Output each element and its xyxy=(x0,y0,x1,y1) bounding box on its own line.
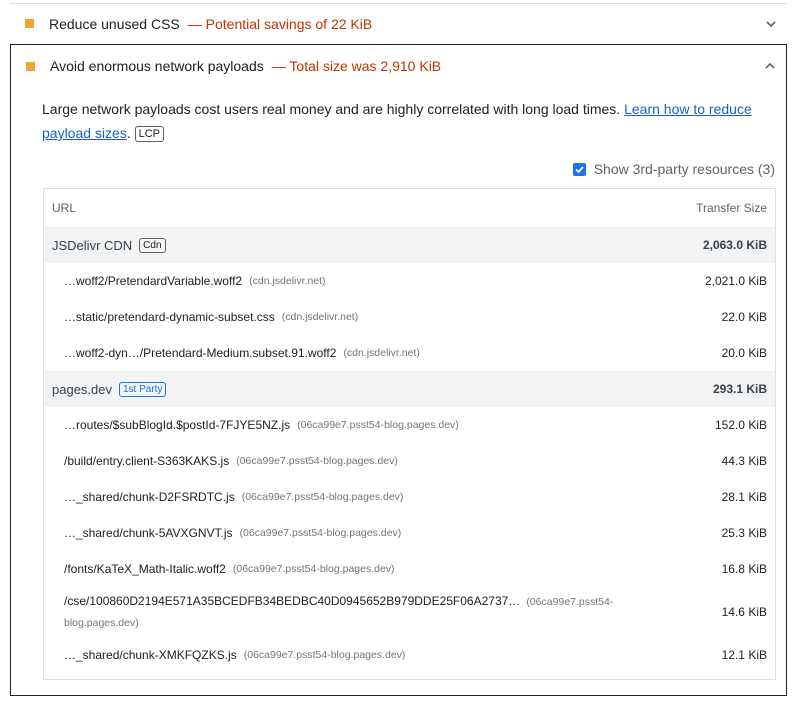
metric-tag: LCP xyxy=(134,126,165,142)
resource-url[interactable]: /cse/100860D2194E571A35BCEDFB34BEDBC40D0… xyxy=(64,594,520,608)
checkbox-checked-icon[interactable] xyxy=(572,162,586,176)
resource-url[interactable]: …routes/$subBlogId.$postId-7FJYE5NZ.js xyxy=(64,418,290,432)
resource-size: 28.1 KiB xyxy=(721,490,767,504)
resource-host: (06ca99e7.psst54-blog.pages.dev) xyxy=(232,563,395,575)
warning-square-icon xyxy=(26,61,35,71)
resource-url[interactable]: /fonts/KaTeX_Math-Italic.woff2 xyxy=(64,562,226,576)
group-row: JSDelivr CDN Cdn 2,063.0 KiB xyxy=(44,227,775,263)
table-row: /cse/100860D2194E571A35BCEDFB34BEDBC40D0… xyxy=(44,587,775,637)
column-url: URL xyxy=(52,201,77,215)
table-row: …woff2/PretendardVariable.woff2 (cdn.jsde… xyxy=(44,263,775,299)
resource-host: (cdn.jsdelivr.net) xyxy=(281,311,359,323)
resource-size: 44.3 KiB xyxy=(721,454,767,468)
table-header: URL Transfer Size xyxy=(44,189,775,227)
resource-url[interactable]: …woff2/PretendardVariable.woff2 xyxy=(64,274,242,288)
audit-network-payloads: Avoid enormous network payloads — Total … xyxy=(10,44,787,696)
table-row: …woff2-dyn…/Pretendard-Medium.subset.91.… xyxy=(44,335,775,371)
audit-title: Avoid enormous network payloads xyxy=(50,58,264,74)
resource-url[interactable]: /build/entry.client-S363KAKS.js xyxy=(64,454,229,468)
table-row: /fonts/KaTeX_Math-Italic.woff2 (06ca99e7.… xyxy=(44,551,775,587)
resource-size: 2,021.0 KiB xyxy=(704,274,767,288)
resource-url[interactable]: …_shared/chunk-5AVXGNVT.js xyxy=(64,526,233,540)
resource-host: (06ca99e7.psst54-blog.pages.dev) xyxy=(297,419,459,431)
table-row: /build/entry.client-S363KAKS.js (06ca99e7… xyxy=(44,443,775,479)
table-row: …routes/$subBlogId.$postId-7FJYE5NZ.js (0… xyxy=(44,407,775,443)
resource-url[interactable]: …static/pretendard-dynamic-subset.css xyxy=(64,310,275,324)
resource-host: (06ca99e7.psst54-blog.pages.dev) xyxy=(236,455,398,467)
audit-title: Reduce unused CSS xyxy=(49,15,180,32)
column-transfer-size: Transfer Size xyxy=(696,201,767,215)
table-row: …_shared/chunk-XMKFQZKS.js (06ca99e7.psst… xyxy=(44,637,775,673)
description-text: Large network payloads cost users real m… xyxy=(42,101,621,117)
resource-host: (cdn.jsdelivr.net) xyxy=(343,347,420,359)
resource-size: 22.0 KiB xyxy=(721,310,767,324)
group-name: pages.dev xyxy=(52,381,112,397)
resource-size: 20.0 KiB xyxy=(721,346,767,360)
entity-tag: 1st Party xyxy=(119,381,167,397)
audit-summary: — Total size was 2,910 KiB xyxy=(271,58,442,74)
resource-host: (06ca99e7.psst54-blog.pages.dev) xyxy=(239,527,402,539)
resource-size: 25.3 KiB xyxy=(721,526,767,540)
group-row: pages.dev 1st Party 293.1 KiB xyxy=(44,371,775,407)
resource-host: (06ca99e7.psst54-blog.pages.dev) xyxy=(243,649,406,661)
audit-unused-css[interactable]: Reduce unused CSS — Potential savings of… xyxy=(10,3,787,43)
audit-header[interactable]: Avoid enormous network payloads — Total … xyxy=(11,45,786,87)
resource-size: 12.1 KiB xyxy=(721,648,767,662)
resource-host: (06ca99e7.psst54-blog.pages.dev) xyxy=(241,491,404,503)
table-row: …static/pretendard-dynamic-subset.css (cd… xyxy=(44,299,775,335)
entity-tag: Cdn xyxy=(139,237,166,253)
table-row: …_shared/chunk-D2FSRDTC.js (06ca99e7.psst… xyxy=(44,479,775,515)
resource-url[interactable]: …woff2-dyn…/Pretendard-Medium.subset.91.… xyxy=(64,346,336,360)
table-row: …_shared/chunk-5AVXGNVT.js (06ca99e7.psst… xyxy=(44,515,775,551)
audit-description: Large network payloads cost users real m… xyxy=(42,101,752,142)
third-party-label: Show 3rd-party resources (3) xyxy=(593,161,775,177)
chevron-up-icon[interactable] xyxy=(764,60,776,72)
resource-size: 152.0 KiB xyxy=(714,418,767,432)
group-size: 293.1 KiB xyxy=(712,382,767,396)
chevron-down-icon[interactable] xyxy=(765,18,777,30)
resource-size: 14.6 KiB xyxy=(721,605,767,619)
resource-url[interactable]: …_shared/chunk-XMKFQZKS.js xyxy=(64,648,237,662)
group-name: JSDelivr CDN xyxy=(52,237,133,253)
group-size: 2,063.0 KiB xyxy=(702,238,767,252)
third-party-toggle[interactable]: Show 3rd-party resources (3) xyxy=(572,161,775,177)
warning-square-icon xyxy=(25,19,34,28)
resource-url[interactable]: …_shared/chunk-D2FSRDTC.js xyxy=(64,490,235,504)
payload-table: URL Transfer Size JSDelivr CDN Cdn 2,063… xyxy=(43,188,776,680)
resource-size: 16.8 KiB xyxy=(721,562,767,576)
audit-savings: — Potential savings of 22 KiB xyxy=(187,15,373,32)
resource-host: (cdn.jsdelivr.net) xyxy=(249,275,326,287)
